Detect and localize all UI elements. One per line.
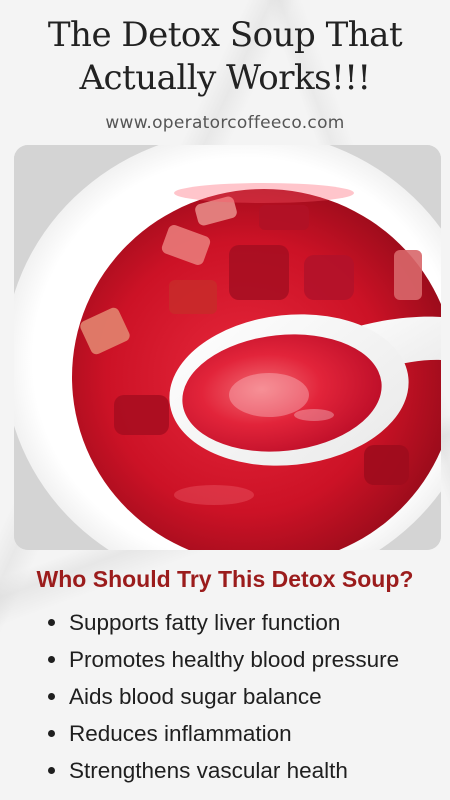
- benefit-text: Aids blood sugar balance: [69, 683, 322, 709]
- title-line-2: Actually Works!!!: [79, 58, 371, 98]
- list-item: Strengthens vascular health: [48, 752, 399, 789]
- page-title: The Detox Soup That Actually Works!!!: [0, 14, 450, 100]
- bullet-icon: [48, 619, 55, 626]
- bullet-icon: [48, 730, 55, 737]
- title-line-1: The Detox Soup That: [47, 15, 403, 55]
- list-item: Aids blood sugar balance: [48, 678, 399, 715]
- website-url: www.operatorcoffeeco.com: [105, 113, 345, 133]
- soup-photo: [14, 145, 441, 550]
- benefits-heading: Who Should Try This Detox Soup?: [36, 566, 414, 592]
- list-item: Promotes healthy blood pressure: [48, 641, 399, 678]
- benefit-text: Promotes healthy blood pressure: [69, 646, 400, 672]
- benefit-text: Reduces inflammation: [69, 720, 292, 746]
- bullet-icon: [48, 693, 55, 700]
- benefit-text: Supports fatty liver function: [69, 609, 341, 635]
- benefits-list: Supports fatty liver function Promotes h…: [48, 604, 399, 789]
- list-item: Reduces inflammation: [48, 715, 399, 752]
- benefit-text: Strengthens vascular health: [69, 757, 348, 783]
- bullet-icon: [48, 767, 55, 774]
- bullet-icon: [48, 656, 55, 663]
- list-item: Supports fatty liver function: [48, 604, 399, 641]
